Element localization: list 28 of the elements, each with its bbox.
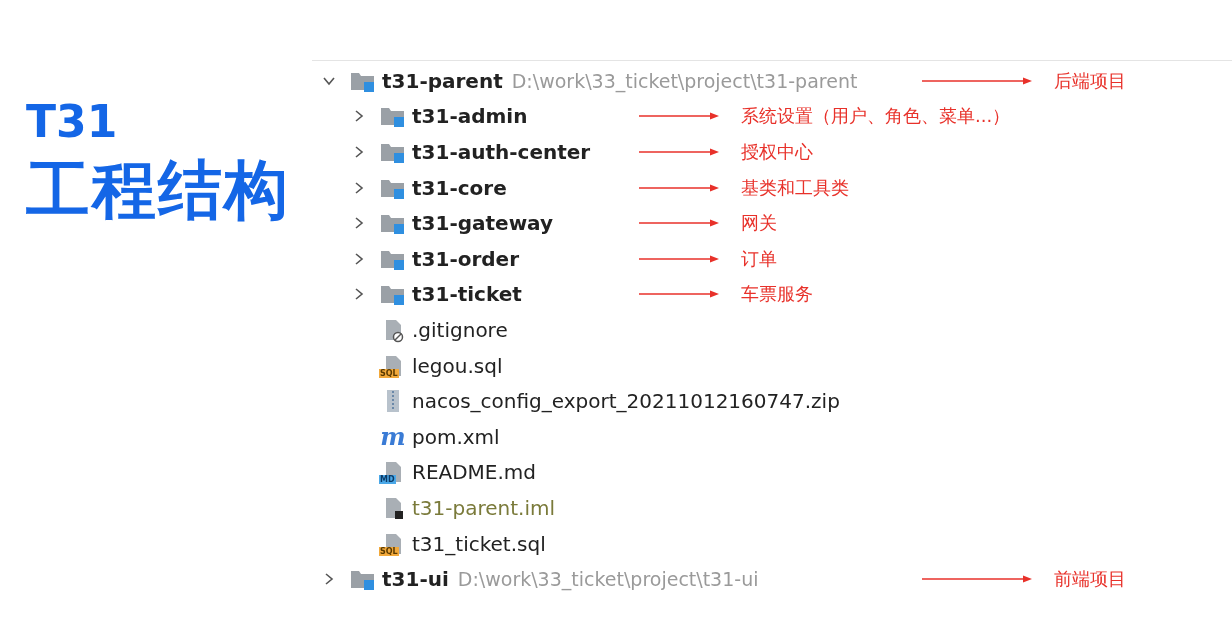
file-name[interactable]: pom.xml xyxy=(412,424,500,449)
annotation-label: 基类和工具类 xyxy=(741,175,849,200)
file-name[interactable]: nacos_config_export_20211012160747.zip xyxy=(412,389,840,414)
module-name[interactable]: t31-core xyxy=(412,175,507,200)
title-text: 工程结构 xyxy=(26,152,290,228)
module-name[interactable]: t31-ui xyxy=(382,567,449,592)
module-path: D:\work\33_ticket\project\t31-parent xyxy=(511,69,858,92)
title-code: T31 xyxy=(26,95,118,149)
module-name[interactable]: t31-admin xyxy=(412,104,528,129)
module-name[interactable]: t31-auth-center xyxy=(412,140,591,164)
annotation-label: 后端项目 xyxy=(1054,68,1126,93)
module-name[interactable]: t31-ticket xyxy=(412,282,522,307)
annotation-label: 前端项目 xyxy=(1054,567,1126,592)
annotation-label: 车票服务 xyxy=(741,282,813,307)
module-name[interactable]: t31-gateway xyxy=(412,211,554,236)
module-name[interactable]: t31-order xyxy=(412,246,520,271)
annotation-label: 授权中心 xyxy=(741,140,813,164)
file-name[interactable]: .gitignore xyxy=(412,317,508,342)
file-name[interactable]: t31_ticket.sql xyxy=(412,531,546,556)
file-name[interactable]: legou.sql xyxy=(412,353,503,378)
module-name[interactable]: t31-parent xyxy=(382,68,503,93)
annotation-label: 订单 xyxy=(741,246,777,271)
module-path: D:\work\33_ticket\project\t31-ui xyxy=(457,568,759,591)
annotation-label: 系统设置（用户、角色、菜单...） xyxy=(741,104,1011,129)
maven-icon: m xyxy=(380,424,406,449)
file-name[interactable]: README.md xyxy=(412,460,537,485)
annotation-label: 网关 xyxy=(741,211,777,236)
file-name[interactable]: t31-parent.iml xyxy=(412,495,556,520)
